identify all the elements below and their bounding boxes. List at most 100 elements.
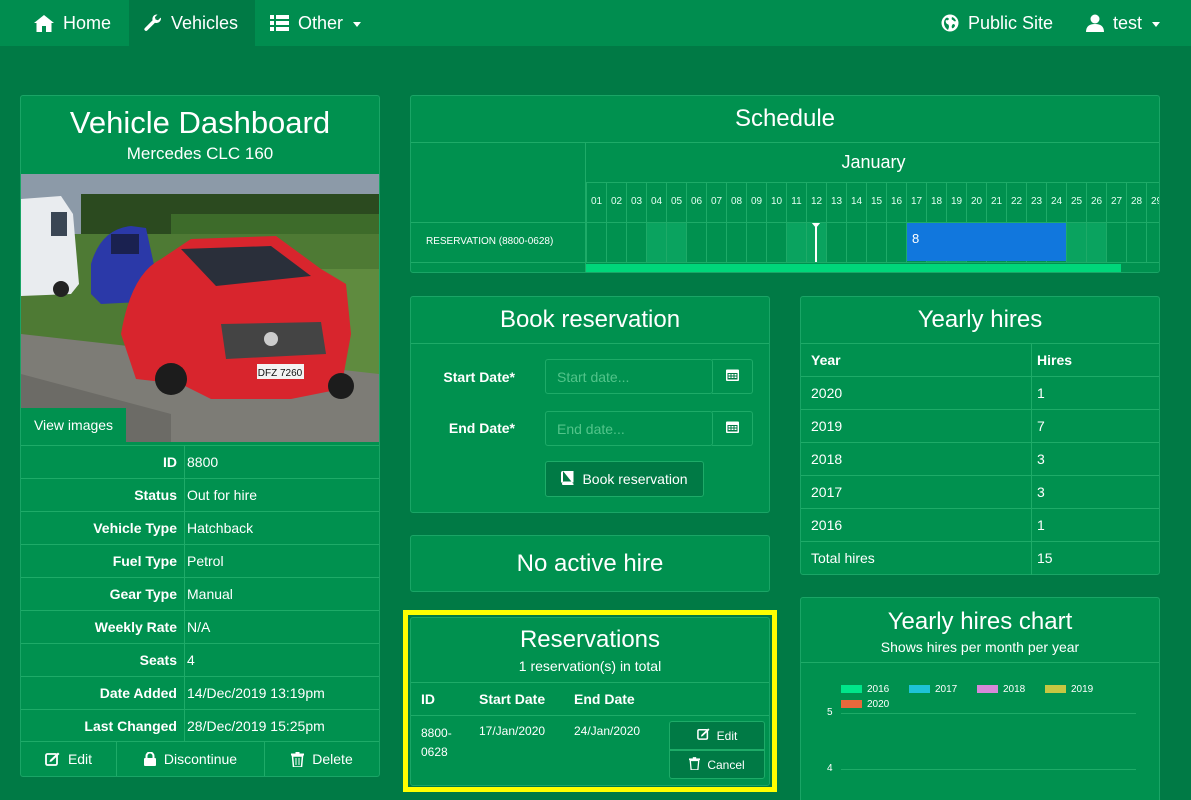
schedule-day-cell[interactable] — [866, 222, 886, 262]
reservation-bar[interactable]: 8 — [907, 223, 1066, 261]
legend-label: 2017 — [935, 684, 958, 695]
schedule-day: 29 — [1146, 182, 1159, 222]
schedule-day-cell[interactable] — [1126, 222, 1146, 262]
yearly-hires: 15 — [1037, 550, 1053, 566]
schedule-day-cell[interactable] — [626, 222, 646, 262]
calendar-icon — [725, 420, 739, 438]
gridline — [841, 713, 1136, 714]
vehicle-attribute-row: Gear Type Manual — [21, 577, 379, 610]
legend-swatch[interactable] — [841, 685, 862, 693]
discontinue-button[interactable]: Discontinue — [117, 742, 265, 776]
reservation-edit-button[interactable]: Edit — [669, 721, 765, 750]
schedule-day-cell[interactable] — [726, 222, 746, 262]
end-date-input[interactable]: End date... — [545, 411, 713, 446]
yearly-hires: 1 — [1037, 517, 1045, 533]
start-date-picker-button[interactable] — [712, 359, 753, 394]
schedule-day-cell[interactable] — [706, 222, 726, 262]
nav-home[interactable]: Home — [34, 0, 111, 46]
schedule-day-cell[interactable] — [686, 222, 706, 262]
schedule-scrollbar[interactable] — [586, 264, 1159, 272]
schedule-day: 23 — [1026, 182, 1046, 222]
reservation-cancel-button[interactable]: Cancel — [669, 750, 765, 779]
schedule-day-cell[interactable] — [646, 222, 666, 262]
legend-swatch[interactable] — [909, 685, 930, 693]
schedule-day-cell[interactable] — [1086, 222, 1106, 262]
yearly-hires: 7 — [1037, 418, 1045, 434]
y-tick-label: 5 — [827, 707, 833, 718]
schedule-day-cell[interactable] — [886, 222, 906, 262]
nav-vehicles-label: Vehicles — [171, 12, 239, 33]
schedule-day: 17 — [906, 182, 926, 222]
wrench-icon — [144, 14, 162, 32]
schedule-day: 15 — [866, 182, 886, 222]
schedule-scrollbar-thumb[interactable] — [586, 264, 1121, 272]
book-icon — [561, 470, 574, 488]
chevron-down-icon — [353, 22, 362, 27]
nav-other-dropdown[interactable]: Other — [270, 0, 362, 46]
legend-swatch[interactable] — [977, 685, 998, 693]
vehicle-attribute-row: Fuel Type Petrol — [21, 544, 379, 577]
schedule-day-cell[interactable] — [606, 222, 626, 262]
reservations-count: 1 reservation(s) in total — [518, 658, 662, 674]
reservation-id-line1: 8800- — [421, 726, 452, 740]
nav-user-dropdown[interactable]: test — [1086, 0, 1161, 46]
schedule-day-cell[interactable] — [1106, 222, 1126, 262]
nav-public-site[interactable]: Public Site — [941, 0, 1053, 46]
yearly-year: 2017 — [811, 484, 843, 500]
nav-other-label: Other — [298, 12, 344, 33]
nav-vehicles[interactable]: Vehicles — [129, 0, 255, 46]
schedule-day: 06 — [686, 182, 706, 222]
legend-swatch[interactable] — [1045, 685, 1066, 693]
attribute-label: Fuel Type — [112, 553, 177, 569]
vehicle-edit-button[interactable]: Edit — [21, 742, 117, 776]
yearly-year: 2019 — [811, 418, 843, 434]
license-plate: DFZ 7260 — [258, 368, 303, 379]
schedule-day: 08 — [726, 182, 746, 222]
schedule-day: 05 — [666, 182, 686, 222]
schedule-day-cell[interactable] — [766, 222, 786, 262]
legend-label: 2018 — [1003, 684, 1026, 695]
chevron-down-icon — [1152, 22, 1161, 27]
schedule-day-cell[interactable] — [786, 222, 806, 262]
schedule-day-cell[interactable] — [846, 222, 866, 262]
edit-icon — [696, 728, 710, 743]
attribute-label: Seats — [139, 652, 177, 668]
vehicle-attribute-row: Seats 4 — [21, 643, 379, 676]
schedule-day-cell[interactable] — [1146, 222, 1159, 262]
schedule-day-cell[interactable] — [1066, 222, 1086, 262]
schedule-day-cell[interactable] — [586, 222, 606, 262]
schedule-row-label: RESERVATION (8800-0628) — [426, 236, 554, 247]
book-reservation-label: Book reservation — [582, 471, 688, 487]
schedule-day: 07 — [706, 182, 726, 222]
vehicle-attribute-row: Last Changed 28/Dec/2019 15:25pm — [21, 709, 379, 742]
calendar-icon — [725, 368, 739, 386]
lock-icon — [143, 752, 156, 766]
schedule-day-cell[interactable] — [666, 222, 686, 262]
attribute-value: Hatchback — [187, 520, 254, 536]
book-reservation-button[interactable]: Book reservation — [545, 461, 704, 497]
trash-icon — [291, 751, 305, 767]
start-date-input[interactable]: Start date... — [545, 359, 713, 394]
schedule-day: 27 — [1106, 182, 1126, 222]
schedule-day-cell[interactable] — [746, 222, 766, 262]
chart-title: Yearly hires chart — [887, 608, 1073, 635]
schedule-title: Schedule — [734, 105, 836, 132]
vehicle-delete-label: Delete — [312, 751, 353, 767]
attribute-value: 8800 — [187, 454, 219, 470]
schedule-day-cell[interactable] — [826, 222, 846, 262]
yearly-hires: 1 — [1037, 385, 1045, 401]
vehicle-delete-button[interactable]: Delete — [265, 742, 379, 776]
schedule-day: 13 — [826, 182, 846, 222]
vehicle-attribute-row: Date Added 14/Dec/2019 13:19pm — [21, 676, 379, 709]
col-year: Year — [811, 352, 841, 368]
schedule-day: 09 — [746, 182, 766, 222]
list-icon — [270, 15, 289, 31]
legend-swatch[interactable] — [841, 700, 862, 708]
legend-label: 2019 — [1071, 684, 1094, 695]
active-hire-panel: No active hire — [410, 535, 770, 592]
attribute-label: ID — [163, 454, 177, 470]
vehicle-photo: DFZ 7260 — [21, 174, 379, 442]
end-date-picker-button[interactable] — [712, 411, 753, 446]
legend-label: 2020 — [867, 699, 890, 710]
view-images-button[interactable]: View images — [21, 408, 126, 442]
